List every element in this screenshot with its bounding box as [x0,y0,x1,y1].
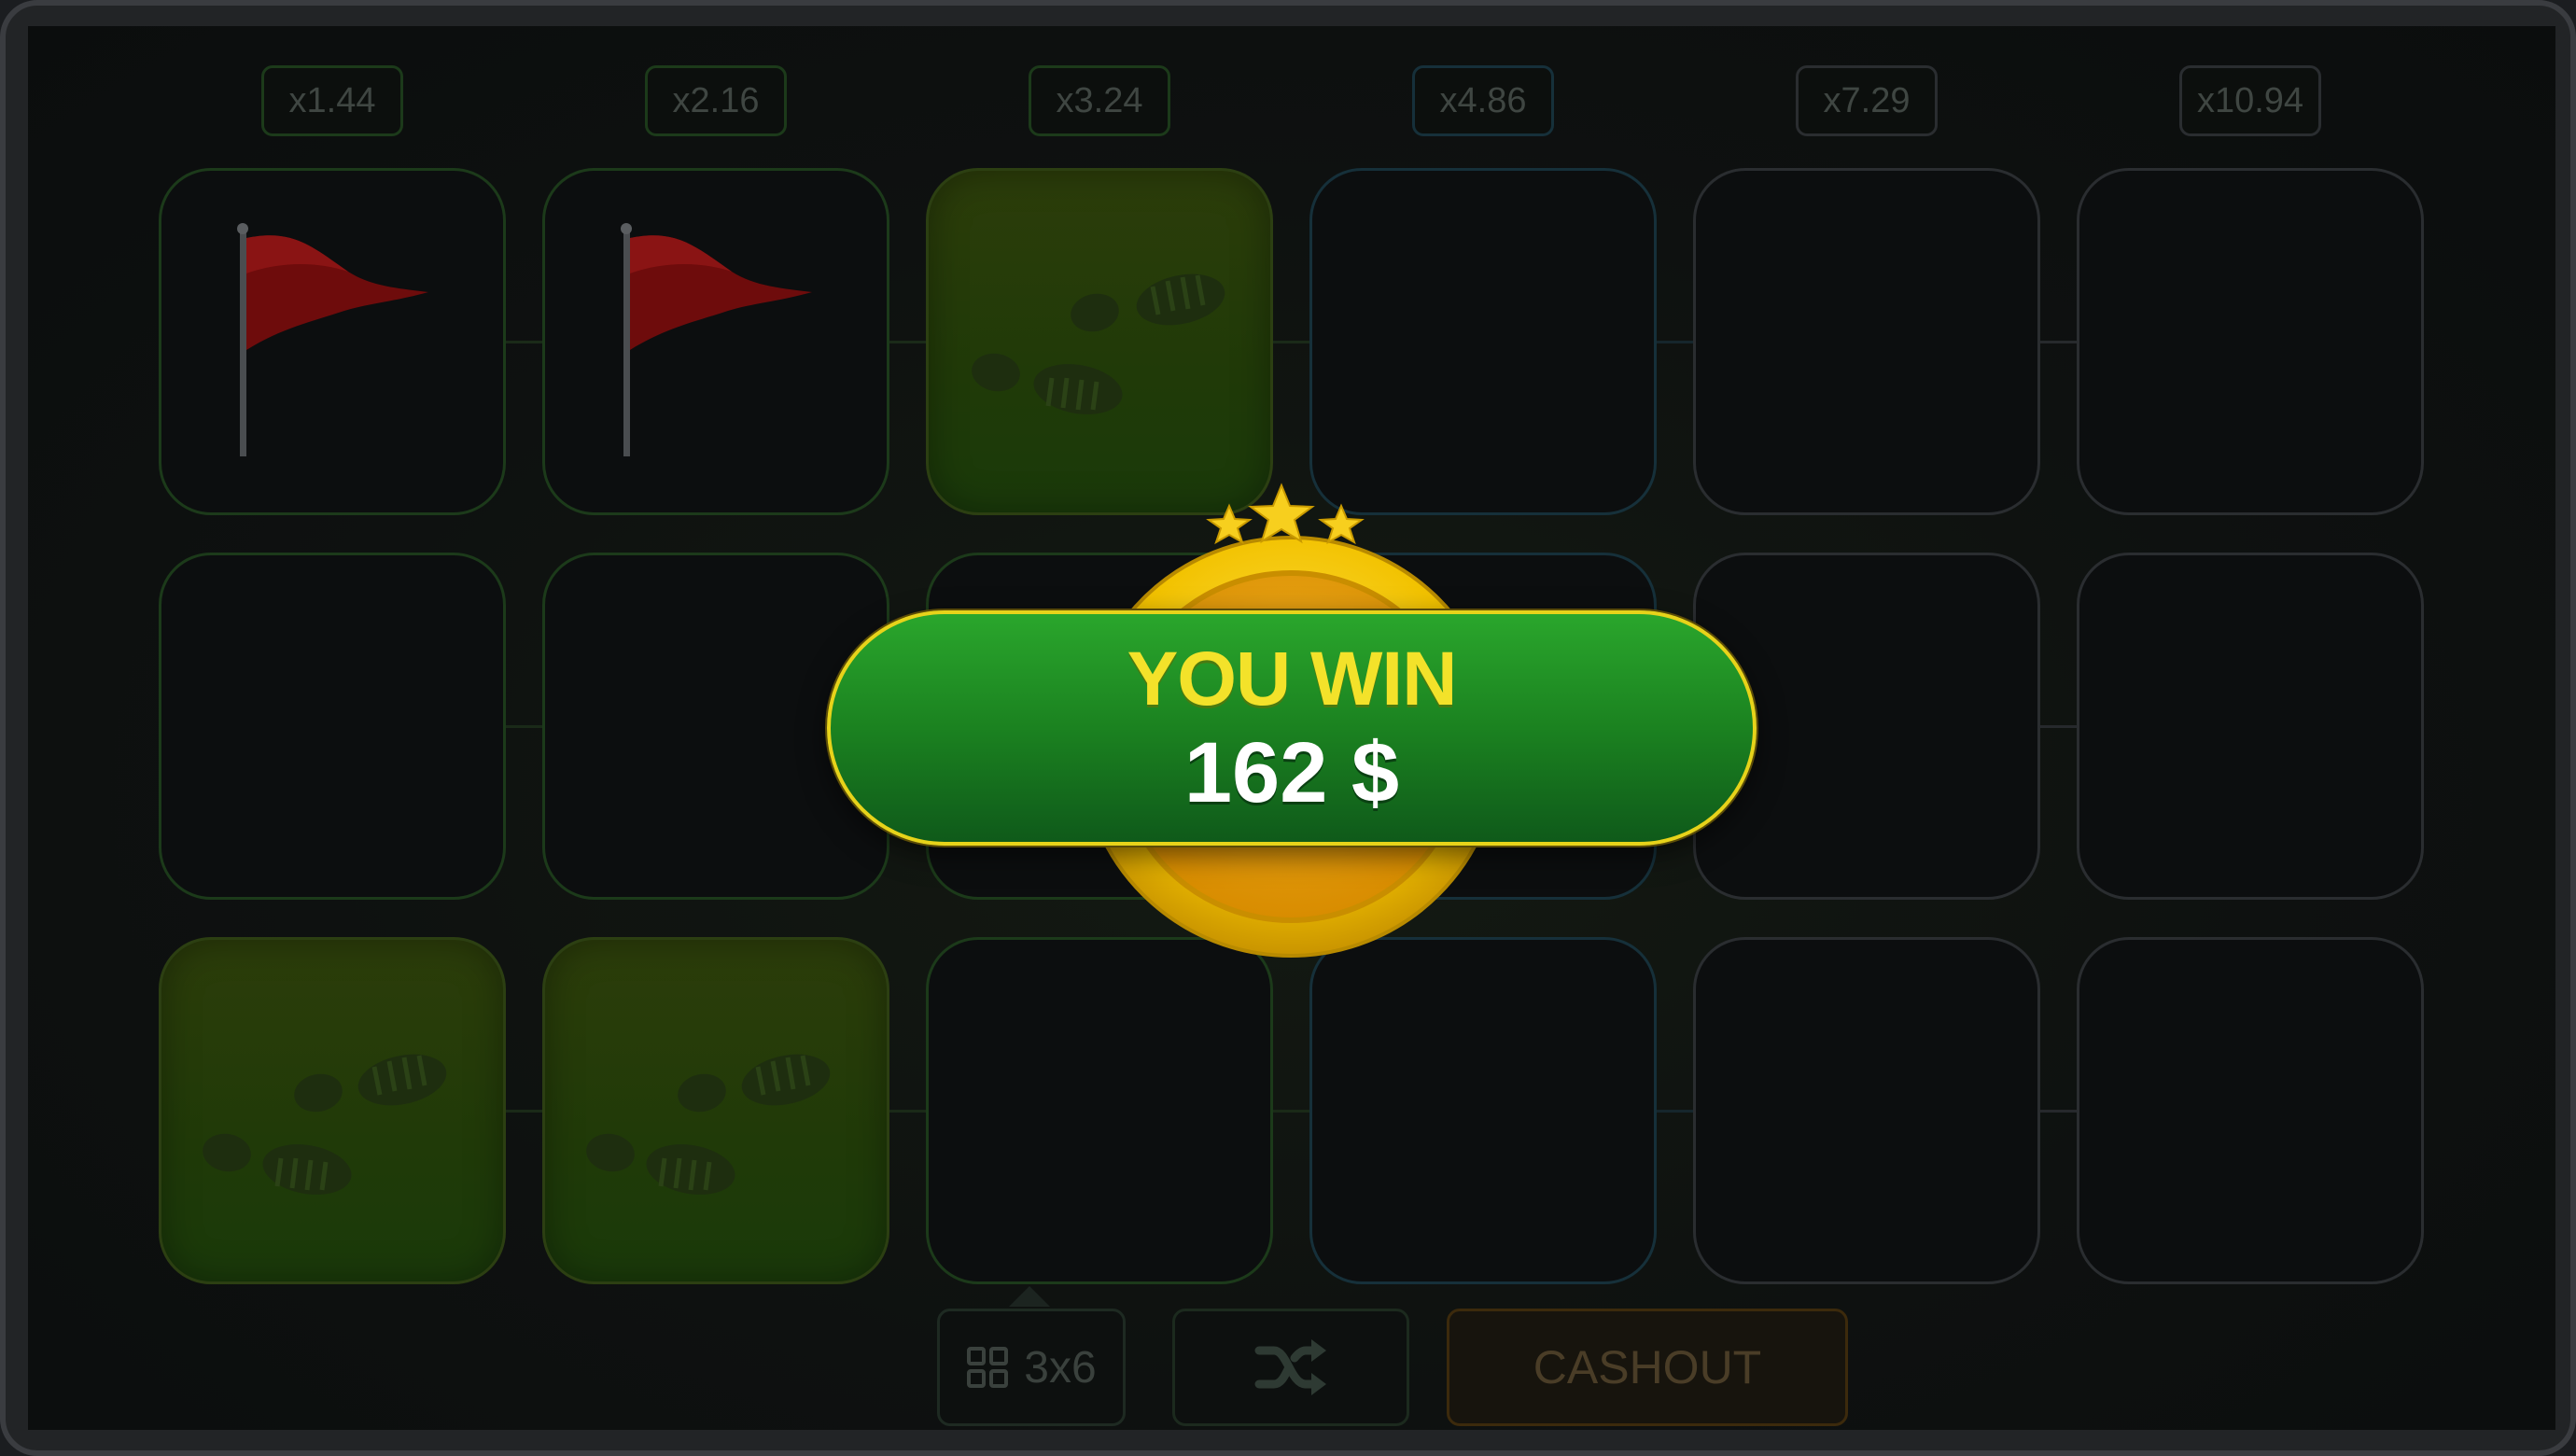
game-screen: x1.44 x2.16 x3.24 x4.86 x7.29 x10.94 3x6… [28,26,2555,1430]
win-overlay: YOU WIN 162 $ [28,26,2555,1430]
win-banner: YOU WIN 162 $ [827,610,1757,846]
win-amount: 162 $ [1183,725,1400,820]
device-frame: x1.44 x2.16 x3.24 x4.86 x7.29 x10.94 3x6… [0,0,2576,1456]
win-title: YOU WIN [1127,637,1458,721]
